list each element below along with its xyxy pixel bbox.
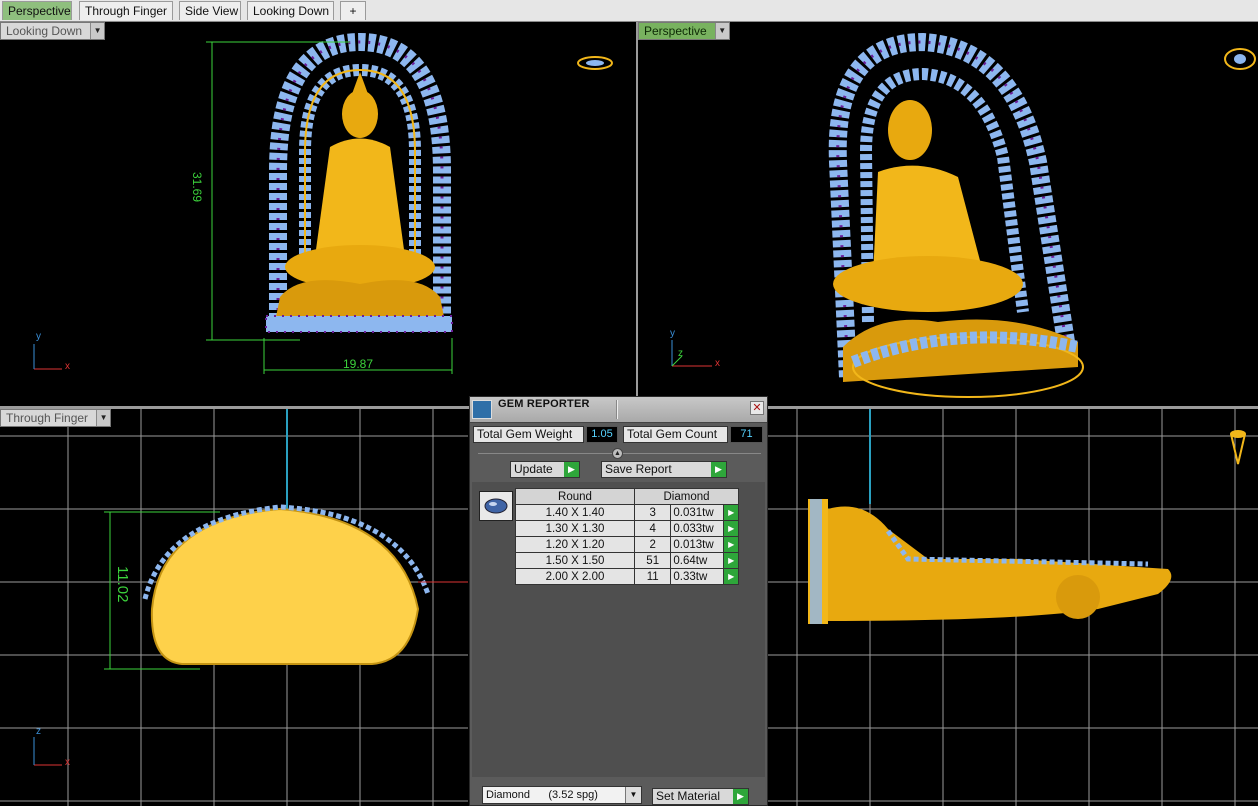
total-gem-count-value: 71 [730, 426, 763, 443]
view-tab-bar: Perspective Through Finger Side View Loo… [0, 0, 1258, 22]
column-header-shape: Round [515, 488, 635, 505]
total-gem-weight-label: Total Gem Weight [473, 426, 584, 443]
save-report-button[interactable]: Save Report ▶ [601, 461, 727, 478]
table-row[interactable]: 2.00 X 2.00 11 0.33tw ▶ [515, 568, 739, 585]
tab-perspective[interactable]: Perspective [2, 1, 72, 20]
axis-label-z: z [36, 726, 41, 737]
viewport-side-view[interactable] [768, 409, 1258, 806]
update-button[interactable]: Update ▶ [510, 461, 580, 478]
axis-label-y: y [670, 328, 675, 339]
tab-looking-down[interactable]: Looking Down [247, 1, 334, 20]
gem-count: 3 [633, 504, 672, 521]
gem-weight: 0.33tw [670, 568, 725, 585]
gem-size: 1.40 X 1.40 [515, 504, 635, 521]
axis-label-x: x [65, 757, 70, 768]
play-icon: ▶ [711, 462, 726, 477]
axis-label-x: x [65, 361, 70, 372]
dimension-width: 19.87 [343, 357, 374, 371]
total-gem-weight-value: 1.05 [586, 426, 618, 443]
viewport-through-finger[interactable]: 11.02 z x Through Finger ▼ [0, 409, 468, 806]
set-material-button[interactable]: Set Material ▶ [652, 788, 749, 805]
axis-label-x: x [715, 358, 720, 369]
gem-weight: 0.64tw [670, 552, 725, 569]
gem-count: 4 [633, 520, 672, 537]
round-diamond-icon[interactable] [479, 491, 513, 521]
column-header-material: Diamond [634, 488, 739, 505]
table-row[interactable]: 1.50 X 1.50 51 0.64tw ▶ [515, 552, 739, 569]
viewport-looking-down[interactable]: 31.69 19.87 y x Looking Down ▼ [0, 22, 636, 406]
gem-weight: 0.013tw [670, 536, 725, 553]
gem-reporter-title: GEM REPORTER [498, 398, 590, 410]
gem-size: 1.50 X 1.50 [515, 552, 635, 569]
side-view-render [768, 409, 1258, 806]
dimension-height: 31.69 [190, 172, 204, 203]
gem-table: Round Diamond 1.40 X 1.40 3 0.031tw ▶ 1.… [515, 488, 739, 585]
gem-size: 1.30 X 1.30 [515, 520, 635, 537]
looking-down-render [33, 32, 613, 374]
table-row[interactable]: 1.30 X 1.30 4 0.033tw ▶ [515, 520, 739, 537]
play-icon: ▶ [733, 789, 748, 804]
chevron-down-icon[interactable]: ▼ [714, 23, 729, 39]
chevron-down-icon[interactable]: ▼ [96, 410, 111, 426]
gem-size: 1.20 X 1.20 [515, 536, 635, 553]
gem-count: 51 [633, 552, 672, 569]
gem-weight: 0.031tw [670, 504, 725, 521]
gem-reporter-icon [472, 400, 492, 419]
tab-side-view[interactable]: Side View [179, 1, 241, 20]
tab-through-finger[interactable]: Through Finger [79, 1, 173, 20]
table-row[interactable]: 1.20 X 1.20 2 0.013tw ▶ [515, 536, 739, 553]
collapse-toggle-icon[interactable]: ▲ [612, 448, 623, 459]
axis-label-y: y [36, 331, 41, 342]
viewport-divider-vertical[interactable] [636, 22, 638, 406]
table-row[interactable]: 1.40 X 1.40 3 0.031tw ▶ [515, 504, 739, 521]
viewport-perspective[interactable]: y z x Perspective ▼ [638, 22, 1258, 406]
viewport-label-through-finger[interactable]: Through Finger ▼ [0, 409, 112, 427]
chevron-down-icon[interactable]: ▼ [625, 787, 641, 803]
select-row-icon[interactable]: ▶ [723, 536, 739, 553]
select-row-icon[interactable]: ▶ [723, 552, 739, 569]
play-icon: ▶ [564, 462, 579, 477]
chevron-down-icon[interactable]: ▼ [90, 23, 105, 39]
select-row-icon[interactable]: ▶ [723, 504, 739, 521]
viewport-label-perspective[interactable]: Perspective ▼ [638, 22, 730, 40]
gem-count: 2 [633, 536, 672, 553]
dimension-height: 11.02 [114, 566, 131, 603]
material-select[interactable]: Diamond (3.52 spg) ▼ [482, 786, 642, 804]
add-tab-button[interactable]: + [340, 1, 366, 20]
gem-reporter-titlebar[interactable]: GEM REPORTER ✕ [470, 397, 767, 423]
through-finger-render [0, 409, 468, 806]
viewport-label-looking-down[interactable]: Looking Down ▼ [0, 22, 106, 40]
axis-label-z: z [678, 348, 683, 359]
gem-reporter-panel: GEM REPORTER ✕ Total Gem Weight 1.05 Tot… [469, 396, 768, 806]
perspective-render [671, 32, 1256, 398]
select-row-icon[interactable]: ▶ [723, 568, 739, 585]
gem-size: 2.00 X 2.00 [515, 568, 635, 585]
close-icon[interactable]: ✕ [750, 401, 764, 415]
gem-count: 11 [633, 568, 672, 585]
gem-weight: 0.033tw [670, 520, 725, 537]
total-gem-count-label: Total Gem Count [623, 426, 728, 443]
select-row-icon[interactable]: ▶ [723, 520, 739, 537]
